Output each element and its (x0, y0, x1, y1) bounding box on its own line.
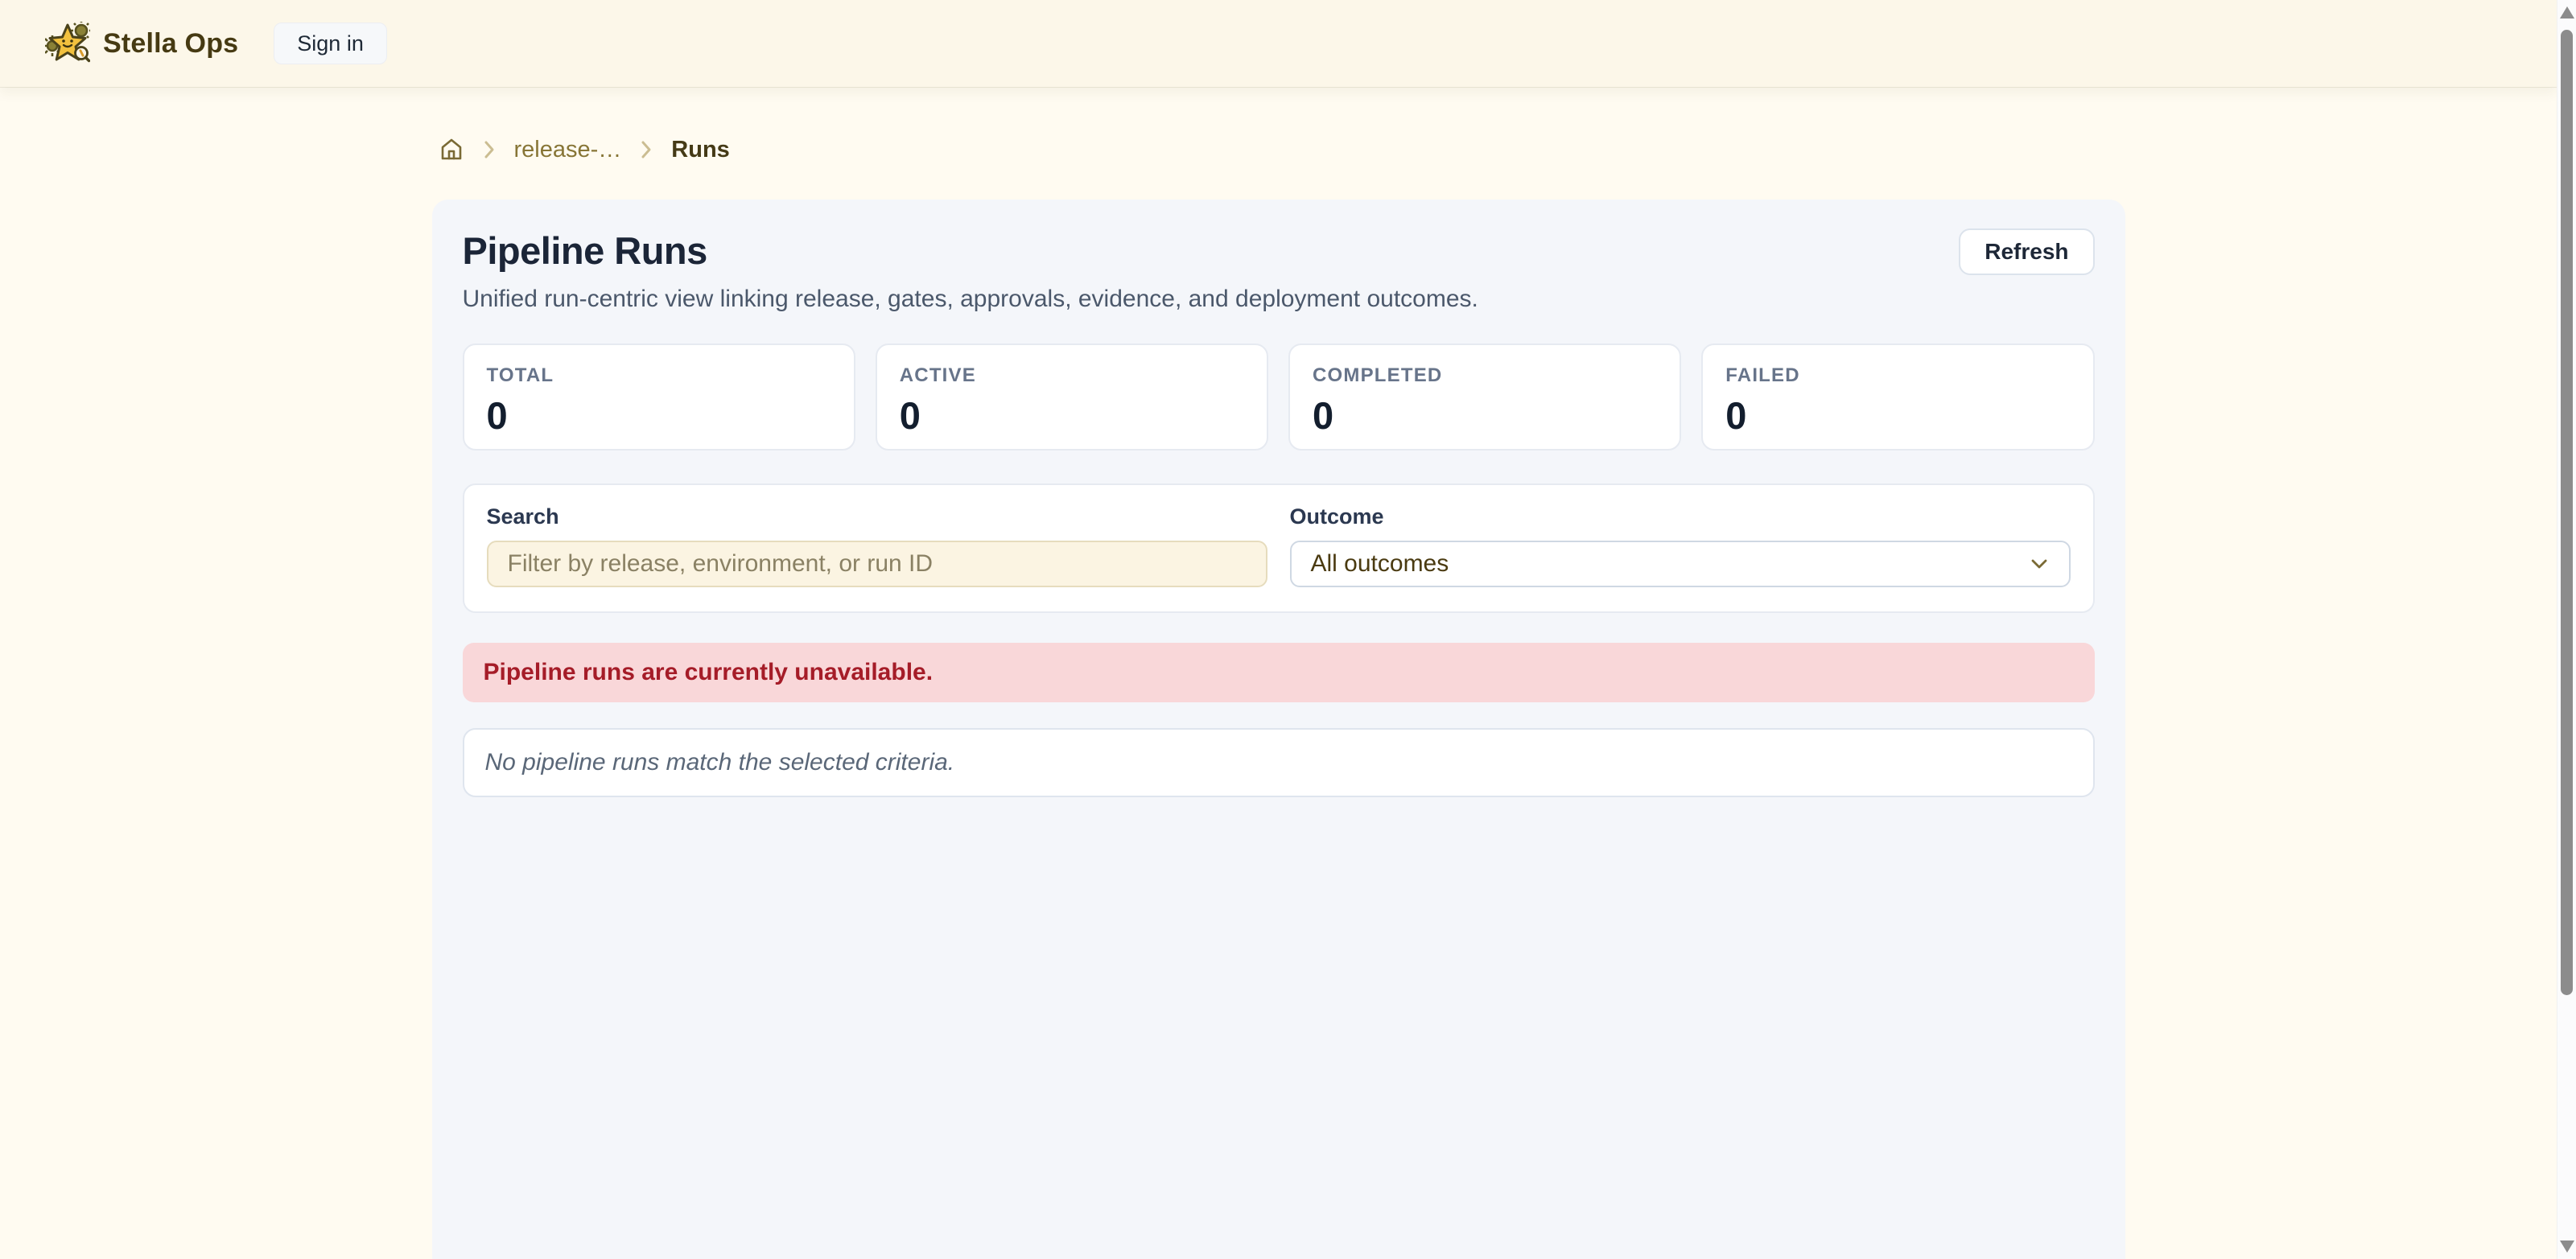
vertical-scrollbar[interactable] (2557, 0, 2576, 1259)
search-label: Search (487, 504, 1267, 529)
stat-label: TOTAL (487, 364, 831, 387)
stat-card-failed: FAILED 0 (1701, 344, 2094, 451)
refresh-button[interactable]: Refresh (1959, 228, 2094, 275)
outcome-filter: Outcome All outcomes (1290, 504, 2071, 587)
stat-value: 0 (1313, 393, 1657, 438)
scroll-down-arrow-icon[interactable] (2560, 1240, 2574, 1253)
filters-card: Search Outcome All outcomes (463, 483, 2095, 613)
empty-state: No pipeline runs match the selected crit… (463, 728, 2095, 797)
page-title: Pipeline Runs (463, 228, 1478, 273)
stat-value: 0 (487, 393, 831, 438)
chevron-right-icon (639, 139, 653, 160)
stat-label: FAILED (1725, 364, 2070, 387)
chevron-right-icon (482, 139, 497, 160)
sign-in-button[interactable]: Sign in (274, 23, 387, 64)
panel-header: Pipeline Runs Unified run-centric view l… (463, 228, 2095, 313)
search-input[interactable] (487, 541, 1267, 587)
viewport: Stella Ops Sign in release-… (0, 0, 2576, 1259)
scrollbar-thumb[interactable] (2561, 30, 2573, 995)
app-header: Stella Ops Sign in (0, 0, 2557, 87)
outcome-label: Outcome (1290, 504, 2071, 529)
stat-label: ACTIVE (900, 364, 1244, 387)
breadcrumb-item-release[interactable]: release-… (514, 137, 622, 163)
search-filter: Search (487, 504, 1267, 587)
outcome-select[interactable]: All outcomes (1290, 541, 2071, 587)
page: Stella Ops Sign in release-… (0, 0, 2557, 1259)
breadcrumb: release-… Runs (432, 135, 2125, 164)
stat-card-total: TOTAL 0 (463, 344, 855, 451)
outcome-selected-value: All outcomes (1311, 550, 1449, 578)
brand-title: Stella Ops (103, 28, 238, 60)
stella-ops-logo-icon (45, 22, 90, 65)
scroll-up-arrow-icon[interactable] (2560, 6, 2574, 19)
stat-label: COMPLETED (1313, 364, 1657, 387)
stat-card-active: ACTIVE 0 (876, 344, 1268, 451)
pipeline-runs-panel: Pipeline Runs Unified run-centric view l… (432, 200, 2125, 1259)
brand: Stella Ops (45, 22, 238, 65)
stat-value: 0 (1725, 393, 2070, 438)
home-icon[interactable] (439, 137, 464, 163)
stat-value: 0 (900, 393, 1244, 438)
chevron-down-icon (2029, 557, 2050, 571)
page-subtitle: Unified run-centric view linking release… (463, 286, 1478, 313)
error-banner: Pipeline runs are currently unavailable. (463, 643, 2095, 702)
stats-row: TOTAL 0 ACTIVE 0 COMPLETED 0 FAILED 0 (463, 344, 2095, 451)
stat-card-completed: COMPLETED 0 (1288, 344, 1681, 451)
breadcrumb-item-runs: Runs (671, 137, 730, 163)
